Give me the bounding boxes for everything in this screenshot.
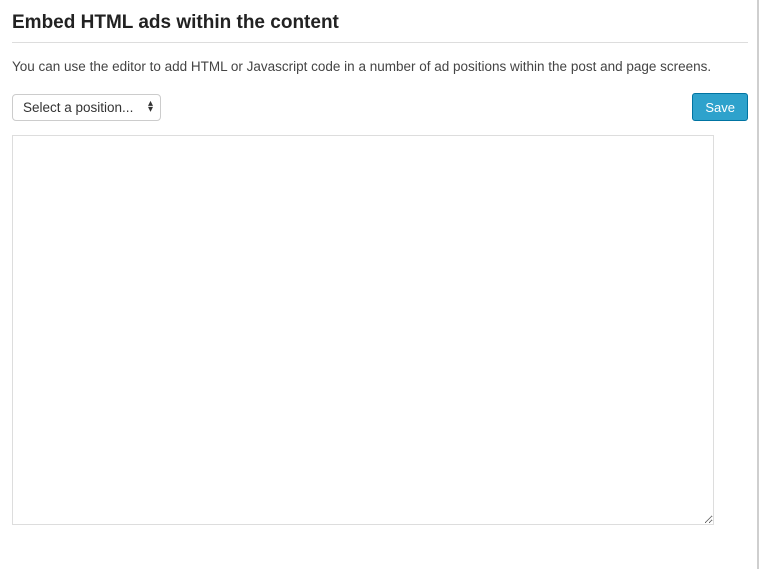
controls-row: Select a position... ▴▾ Save [12,93,748,121]
settings-panel: Embed HTML ads within the content You ca… [0,0,760,542]
panel-heading: Embed HTML ads within the content [12,12,748,43]
panel-description: You can use the editor to add HTML or Ja… [12,57,732,77]
right-divider [757,0,759,569]
position-select[interactable]: Select a position... [12,94,161,121]
position-select-wrapper: Select a position... ▴▾ [12,94,161,121]
save-button[interactable]: Save [692,93,748,121]
html-editor[interactable] [12,135,714,525]
